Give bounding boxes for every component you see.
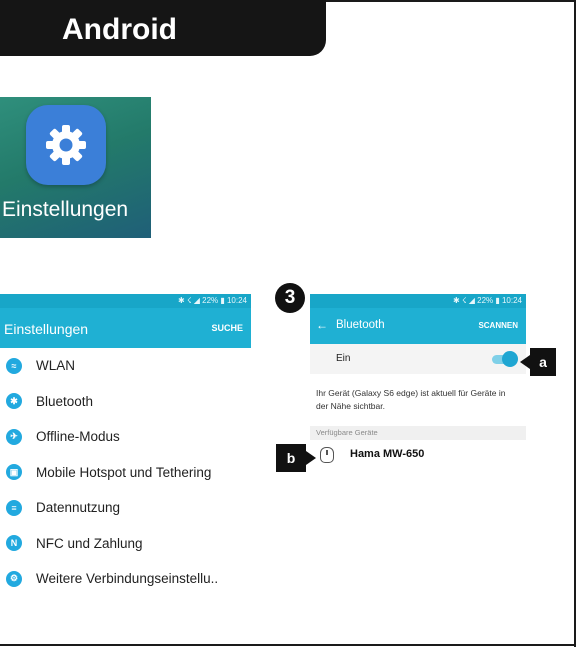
callout-b: b [276, 444, 316, 472]
settings-item-label: Offline-Modus [36, 429, 120, 445]
bluetooth-screenshot: ✱ ☇ ◢ 22% ▮ 10:24 ← Bluetooth SCANNEN Ei… [310, 294, 526, 472]
device-row[interactable]: Hama MW-650 [310, 442, 526, 468]
settings-item-label: Weitere Verbindungseinstellu.. [36, 571, 219, 587]
settings-item-label: Mobile Hotspot und Tethering [36, 464, 212, 480]
toggle-label: Ein [336, 353, 351, 364]
more-connections-icon: ⚙ [6, 570, 22, 587]
settings-item-more-connections[interactable]: ⚙ Weitere Verbindungseinstellu.. [0, 561, 251, 597]
bluetooth-title: Bluetooth [336, 319, 385, 331]
settings-list: ≈ WLAN ✱ Bluetooth ✈ Offline-Modus ▣ Mob… [0, 348, 251, 597]
bluetooth-toggle-knob[interactable] [502, 351, 518, 367]
available-devices-header: Verfügbare Geräte [310, 426, 526, 440]
mouse-icon [320, 447, 334, 463]
airplane-icon: ✈ [6, 428, 22, 445]
frame-bottom-rule [0, 644, 576, 646]
settings-item-label: Datennutzung [36, 500, 121, 516]
status-bar: ✱ ☇ ◢ 22% ▮ 10:24 [0, 294, 251, 308]
bluetooth-app-bar: ← Bluetooth SCANNEN [310, 308, 526, 344]
callout-a: a [520, 348, 556, 376]
search-button[interactable]: SUCHE [211, 323, 243, 333]
settings-item-offline-mode[interactable]: ✈ Offline-Modus [0, 419, 251, 455]
settings-item-label: WLAN [36, 358, 76, 374]
status-bar: ✱ ☇ ◢ 22% ▮ 10:24 [310, 294, 526, 308]
os-label-tab: Android [0, 0, 326, 56]
settings-screenshot: ✱ ☇ ◢ 22% ▮ 10:24 Einstellungen SUCHE ≈ … [0, 294, 251, 606]
hotspot-icon: ▣ [6, 464, 22, 481]
app-icon-label: Einstellungen [2, 198, 129, 221]
settings-item-bluetooth[interactable]: ✱ Bluetooth [0, 384, 251, 420]
visibility-info: Ihr Gerät (Galaxy S6 edge) ist aktuell f… [316, 388, 506, 411]
step-number-badge: 3 [275, 283, 305, 313]
settings-item-label: Bluetooth [36, 393, 94, 409]
settings-title: Einstellungen [4, 321, 89, 337]
settings-item-nfc[interactable]: N NFC und Zahlung [0, 526, 251, 562]
settings-item-wlan[interactable]: ≈ WLAN [0, 348, 251, 384]
settings-item-label: NFC und Zahlung [36, 535, 143, 551]
nfc-icon: N [6, 535, 22, 552]
settings-item-hotspot[interactable]: ▣ Mobile Hotspot und Tethering [0, 455, 251, 491]
scan-button[interactable]: SCANNEN [478, 321, 518, 330]
gear-icon [26, 105, 106, 185]
wifi-icon: ≈ [6, 357, 22, 374]
settings-item-data-usage[interactable]: ≡ Datennutzung [0, 490, 251, 526]
data-usage-icon: ≡ [6, 499, 22, 516]
bluetooth-toggle-row[interactable]: Ein [310, 344, 526, 374]
bluetooth-icon: ✱ [6, 393, 22, 410]
back-arrow-icon[interactable]: ← [316, 318, 328, 332]
settings-app-bar: Einstellungen SUCHE [0, 308, 251, 348]
device-name: Hama MW-650 [350, 448, 425, 460]
